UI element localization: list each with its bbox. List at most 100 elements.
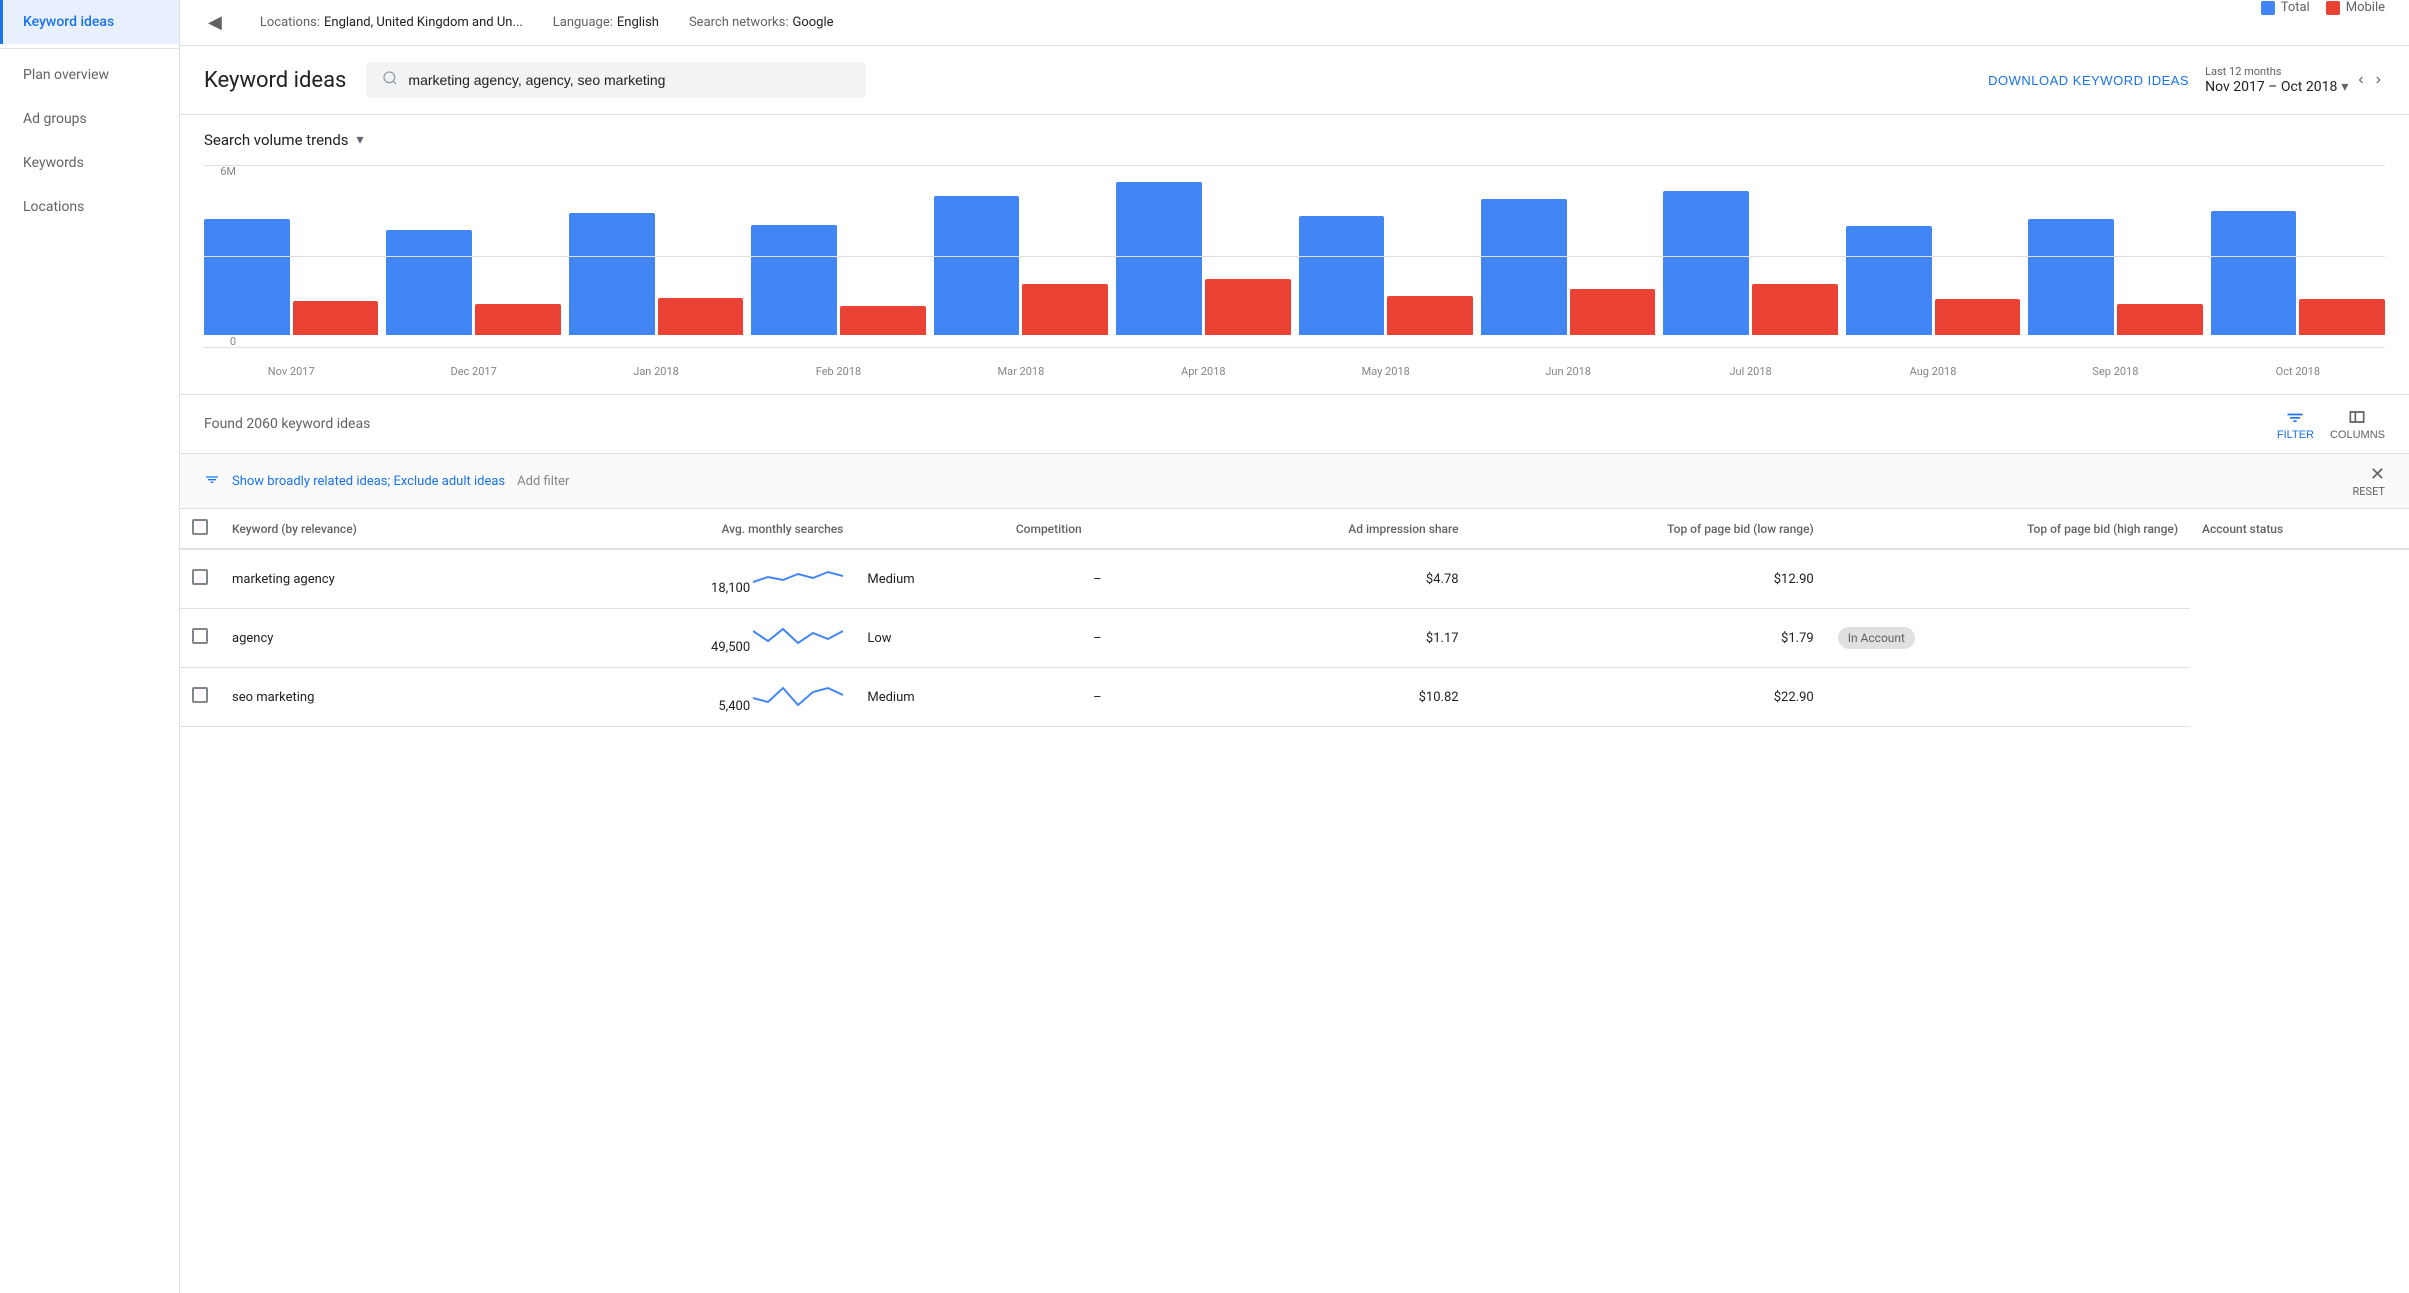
sidebar-item-plan-overview[interactable]: Plan overview (0, 53, 179, 97)
row-ad-impression-2: – (1004, 668, 1191, 727)
in-account-badge-1: In Account (1838, 627, 1915, 649)
x-label-7: Jun 2018 (1481, 365, 1655, 378)
row-account-status-0 (1826, 549, 2190, 609)
date-range-dropdown-button[interactable]: ▾ (2341, 78, 2348, 95)
row-checkbox-2[interactable] (192, 687, 208, 703)
th-ad-impression: Ad impression share (1191, 509, 1471, 549)
x-label-11: Oct 2018 (2211, 365, 2385, 378)
language-value: English (617, 15, 659, 30)
th-checkbox (180, 509, 220, 549)
table-header-row-el: Keyword (by relevance) Avg. monthly sear… (180, 509, 2409, 549)
columns-button[interactable]: COLUMNS (2330, 407, 2385, 441)
content-header: Keyword ideas DOWNLOAD KEYWORD IDEAS Las… (180, 46, 2409, 115)
chart-section: Search volume trends ▾ Total Mobile (180, 115, 2409, 395)
x-label-5: Apr 2018 (1116, 365, 1290, 378)
reset-label[interactable]: RESET (2353, 485, 2385, 498)
gridline-top (204, 165, 2385, 166)
x-label-10: Sep 2018 (2028, 365, 2202, 378)
keywords-table-body: marketing agency 18,100 Medium – $4.78 $… (180, 549, 2409, 727)
sidebar-item-keyword-ideas[interactable]: Keyword ideas (0, 0, 179, 44)
date-range-value: Nov 2017 – Oct 2018 (2205, 79, 2337, 95)
x-label-0: Nov 2017 (204, 365, 378, 378)
filter-button[interactable]: FILTER (2277, 407, 2314, 441)
th-keyword: Keyword (by relevance) (220, 509, 530, 549)
row-top-page-high-0: $12.90 (1471, 549, 1826, 609)
row-checkbox-cell-1 (180, 609, 220, 668)
date-range-controls: ‹ › (2354, 69, 2385, 91)
chart-gridlines (204, 165, 2385, 348)
table-row: agency 49,500 Low – $1.17 $1.79 In Accou… (180, 609, 2409, 668)
row-competition-2: Medium (855, 668, 1003, 727)
x-label-8: Jul 2018 (1663, 365, 1837, 378)
row-avg-monthly-0: 18,100 (530, 549, 856, 609)
row-keyword-2: seo marketing (220, 668, 530, 727)
row-checkbox-1[interactable] (192, 628, 208, 644)
x-label-2: Jan 2018 (569, 365, 743, 378)
x-label-1: Dec 2017 (386, 365, 560, 378)
x-label-6: May 2018 (1299, 365, 1473, 378)
filter-row: Show broadly related ideas; Exclude adul… (180, 454, 2409, 509)
row-avg-monthly-1: 49,500 (530, 609, 856, 668)
date-next-button[interactable]: › (2372, 69, 2385, 91)
topbar-locations: Locations: England, United Kingdom and U… (260, 15, 523, 30)
gridline-bottom (204, 347, 2385, 348)
search-icon (382, 70, 398, 90)
chart-dropdown-icon[interactable]: ▾ (357, 132, 364, 148)
filter-close-button[interactable]: ✕ (2370, 464, 2385, 485)
found-count-text: Found 2060 keyword ideas (204, 416, 370, 432)
row-account-status-2 (1826, 668, 2190, 727)
date-range-selector: Last 12 months Nov 2017 – Oct 2018 ▾ ‹ › (2205, 65, 2385, 95)
table-section: Found 2060 keyword ideas FILTER COLUMNS (180, 395, 2409, 727)
th-competition (855, 509, 1003, 549)
add-filter-link[interactable]: Add filter (517, 474, 569, 489)
row-top-page-high-1: $1.79 (1471, 609, 1826, 668)
collapse-button[interactable]: ◀ (200, 8, 230, 37)
x-label-3: Feb 2018 (751, 365, 925, 378)
locations-label: Locations: (260, 15, 320, 30)
locations-value: England, United Kingdom and Un... (324, 15, 523, 30)
row-avg-monthly-2: 5,400 (530, 668, 856, 727)
content-area: Keyword ideas DOWNLOAD KEYWORD IDEAS Las… (180, 46, 2409, 1293)
topbar: ◀ Locations: England, United Kingdom and… (180, 0, 2409, 46)
row-sparkline-1 (753, 621, 843, 651)
row-ad-impression-1: – (1004, 609, 1191, 668)
sidebar-item-keywords[interactable]: Keywords (0, 141, 179, 185)
main-content: ◀ Locations: England, United Kingdom and… (180, 0, 2409, 1293)
row-sparkline-0 (753, 562, 843, 592)
topbar-language: Language: English (553, 15, 659, 30)
x-label-4: Mar 2018 (934, 365, 1108, 378)
search-box[interactable] (366, 62, 866, 98)
th-top-page-low: Top of page bid (low range) (1471, 509, 1826, 549)
topbar-networks: Search networks: Google (689, 15, 834, 30)
networks-label: Search networks: (689, 15, 789, 30)
row-sparkline-2 (753, 680, 843, 710)
sidebar-divider (0, 48, 179, 49)
networks-value: Google (792, 15, 833, 30)
chart-container: 6M 3M 0 Nov 2017Dec 2017Jan 2018Feb 2018… (204, 165, 2385, 378)
row-top-page-low-0: $4.78 (1191, 549, 1471, 609)
filter-active-icon (204, 471, 220, 491)
row-account-status-1: In Account (1826, 609, 2190, 668)
row-checkbox-0[interactable] (192, 569, 208, 585)
th-top-page-high: Top of page bid (high range) (1826, 509, 2190, 549)
row-top-page-low-2: $10.82 (1191, 668, 1471, 727)
search-input[interactable] (408, 72, 850, 88)
row-competition-0: Medium (855, 549, 1003, 609)
table-actions: FILTER COLUMNS (2277, 407, 2385, 441)
gridline-mid (204, 256, 2385, 257)
filter-close-area: ✕ RESET (2349, 464, 2385, 498)
chart-x-labels: Nov 2017 Dec 2017 Jan 2018 Feb 2018 Mar 2018… (204, 365, 2385, 378)
header-checkbox[interactable] (192, 519, 208, 535)
th-competition-label: Competition (1004, 509, 1191, 549)
download-keyword-ideas-button[interactable]: DOWNLOAD KEYWORD IDEAS (1988, 73, 2189, 88)
row-checkbox-cell-2 (180, 668, 220, 727)
language-label: Language: (553, 15, 613, 30)
filter-description[interactable]: Show broadly related ideas; Exclude adul… (232, 474, 505, 489)
row-ad-impression-0: – (1004, 549, 1191, 609)
sidebar-item-locations[interactable]: Locations (0, 185, 179, 229)
sidebar-item-ad-groups[interactable]: Ad groups (0, 97, 179, 141)
row-top-page-high-2: $22.90 (1471, 668, 1826, 727)
date-prev-button[interactable]: ‹ (2354, 69, 2367, 91)
row-competition-1: Low (855, 609, 1003, 668)
columns-icon (2347, 407, 2367, 427)
